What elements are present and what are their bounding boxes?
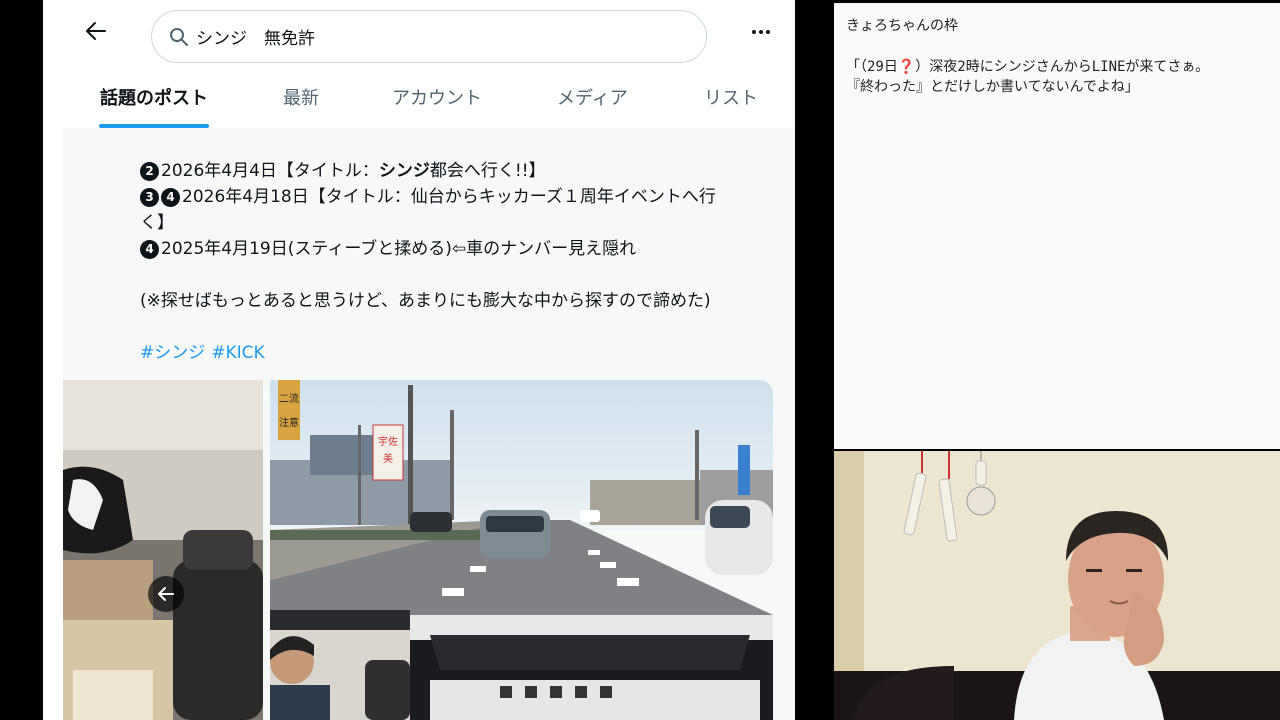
hashtag-list: #シンジ #KICK [140, 338, 271, 363]
number-badge: 4 [140, 240, 159, 259]
memo-quote-line-2: 『終わった』とだけしか書いてないんでよね」 [846, 79, 1139, 95]
media-image-road-scene[interactable]: 二流 注意 宇佐 美 [270, 380, 773, 720]
search-icon [168, 26, 190, 48]
post-line-2-cont: く】 [140, 213, 174, 233]
road-sign-left-bottom: 注意 [279, 416, 299, 429]
webcam-scene [834, 451, 1280, 720]
number-badge: 2 [140, 162, 159, 181]
stream-divider [795, 0, 834, 720]
search-header: 話題のポスト 最新 アカウント メディア リスト [63, 0, 795, 128]
twitter-search-page: 話題のポスト 最新 アカウント メディア リスト 22026年4月4日【タイトル… [63, 0, 795, 720]
dot-icon [766, 30, 770, 34]
post-body: 2 2026年4月4日【タイトル：シンジ都会へ行く!!】 3 4 2026年4月18日… [63, 128, 795, 720]
tab-latest[interactable]: 最新 [283, 84, 319, 110]
post-line-1: 2 2026年4月4日【タイトル：シンジ都会へ行く!!】 [140, 158, 546, 184]
number-badge: 3 [140, 188, 159, 207]
tab-media[interactable]: メディア [557, 84, 628, 110]
post-line-3: 4 2025年4月19日(スティーブと揉める)⇦車のナンバー見え隠れ [140, 236, 636, 262]
arrow-left-icon [86, 22, 106, 40]
post-note: (※探せばもっとあると思うけど、あまりにも膨大な中から探すので諦めた) [140, 291, 711, 311]
more-options-button[interactable] [747, 18, 775, 46]
back-button[interactable] [81, 16, 111, 46]
hashtag-kick[interactable]: #KICK [211, 343, 264, 363]
page-gutter [43, 0, 63, 720]
road-sign-right-top: 宇佐 [378, 435, 398, 448]
tab-top[interactable]: 話題のポスト [100, 84, 208, 110]
hashtag-shinji[interactable]: #シンジ [140, 343, 205, 363]
stream-memo-panel: きょろちゃんの枠 「（29日❓）深夜2時にシンジさんからLINEが来てさぁ。 『… [834, 3, 1280, 449]
memo-title: きょろちゃんの枠 [846, 18, 958, 34]
highlight-term: シンジ [378, 161, 430, 181]
memo-quote-line-1: 「（29日❓）深夜2時にシンジさんからLINEが来てさぁ。 [846, 59, 1210, 75]
search-box[interactable] [151, 10, 707, 63]
car-interior-illustration [63, 380, 263, 720]
number-badge: 4 [161, 188, 180, 207]
post-line-2: 3 4 2026年4月18日【タイトル：仙台からキッカーズ１周年イベントへ行 [140, 184, 716, 210]
tab-accounts[interactable]: アカウント [392, 84, 482, 110]
arrow-left-icon [158, 587, 174, 601]
road-scene-illustration: 二流 注意 宇佐 美 [270, 380, 773, 720]
dot-icon [752, 30, 756, 34]
webcam-feed [834, 451, 1280, 720]
browser-window: 話題のポスト 最新 アカウント メディア リスト 22026年4月4日【タイトル… [43, 0, 795, 720]
carousel-previous-button[interactable] [148, 576, 184, 612]
tab-lists[interactable]: リスト [704, 84, 758, 110]
search-input[interactable] [196, 26, 676, 47]
road-sign-left-top: 二流 [279, 392, 299, 405]
media-image-car-interior[interactable] [63, 380, 263, 720]
dot-icon [759, 30, 763, 34]
road-sign-right-bottom: 美 [383, 452, 393, 465]
search-tabs: 話題のポスト 最新 アカウント メディア リスト [63, 70, 795, 128]
